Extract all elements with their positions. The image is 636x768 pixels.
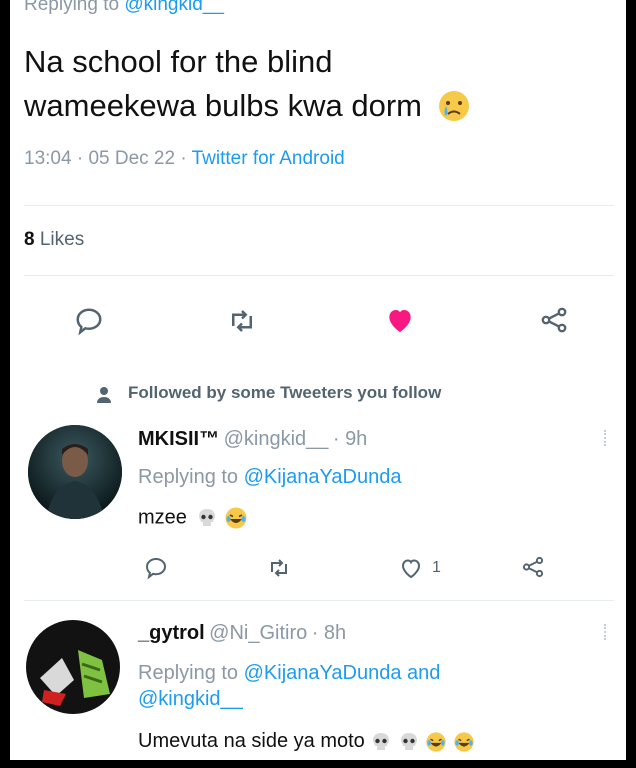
retweet-icon[interactable] (266, 556, 292, 580)
reply-replying-to: Replying to @KijanaYaDunda and @kingkid_… (138, 660, 578, 712)
divider (24, 600, 614, 601)
reply-icon[interactable] (74, 306, 104, 336)
replying-handle-link[interactable]: @kingkid__ (124, 0, 224, 15)
reply-text-content: Umevuta na side ya moto (138, 730, 365, 752)
reply-icon[interactable] (144, 556, 168, 580)
tweet-text: Na school for the blind wameekewa bulbs … (24, 40, 614, 128)
replying-handle-link[interactable]: @KijanaYaDunda (244, 466, 402, 488)
replying-label: Replying to (24, 0, 120, 15)
laughing-emoji (426, 732, 447, 752)
likes-summary[interactable]: 8 Likes (24, 229, 84, 251)
skull-emoji (373, 732, 390, 750)
laughing-emoji (225, 507, 247, 529)
tweet-meta: 13:04 · 05 Dec 22 · Twitter for Android (24, 148, 345, 169)
tweet-text-line-2-text: wameekewa bulbs kwa dorm (24, 88, 423, 123)
share-icon[interactable] (520, 554, 546, 580)
like-heart-icon[interactable] (398, 556, 424, 580)
reply-header: _gytrol @Ni_Gitiro · 8h (138, 622, 347, 644)
reply-text: mzee (138, 506, 248, 530)
like-heart-icon[interactable] (384, 304, 416, 336)
reply-text: Umevuta na side ya moto (138, 730, 475, 753)
avatar[interactable] (26, 620, 120, 714)
tweet-text-line-2: wameekewa bulbs kwa dorm (24, 84, 614, 128)
share-icon[interactable] (538, 304, 570, 336)
reply-time: 9h (345, 428, 368, 450)
reply-author-name[interactable]: _gytrol (138, 622, 205, 644)
avatar-photo (28, 425, 122, 519)
reply-author-handle[interactable]: @Ni_Gitiro (209, 622, 307, 644)
replying-handle-link[interactable]: @kingkid__ (138, 688, 243, 710)
reply-author-name[interactable]: MKISII™ (138, 428, 219, 450)
laughing-emoji (454, 732, 474, 752)
reply-header: MKISII™ @kingkid__ · 9h (138, 428, 368, 450)
like-count: 1 (432, 559, 441, 576)
followed-by-notice: Followed by some Tweeters you follow (128, 383, 442, 402)
reply-replying-to: Replying to @KijanaYaDunda (138, 466, 401, 489)
likes-count: 8 (24, 229, 35, 250)
person-icon (97, 387, 111, 403)
replying-handle-link[interactable]: @KijanaYaDunda (244, 662, 402, 684)
tweet-source-link[interactable]: Twitter for Android (192, 148, 345, 169)
replying-and-label: and (407, 662, 441, 684)
skull-emoji (400, 732, 417, 750)
replying-label: Replying to (138, 466, 239, 488)
tweet-date: 05 Dec 22 (88, 148, 176, 169)
divider (24, 205, 614, 206)
tweet-text-line-1: Na school for the blind (24, 44, 333, 79)
retweet-icon[interactable] (226, 306, 258, 336)
tweet-time: 13:04 (24, 148, 72, 169)
reply-author-handle[interactable]: @kingkid__ (224, 428, 329, 450)
replying-label: Replying to (138, 662, 239, 684)
more-options-icon[interactable] (604, 430, 609, 446)
avatar[interactable] (28, 425, 122, 519)
crying-face-emoji (438, 90, 469, 121)
reply-time: 8h (323, 622, 347, 644)
more-options-icon[interactable] (604, 624, 609, 640)
likes-label: Likes (39, 229, 85, 250)
avatar-photo (26, 620, 120, 714)
reply-text-content: mzee (138, 506, 187, 529)
divider (24, 275, 614, 276)
tweet-screenshot: Replying to @kingkid__ Na school for the… (10, 0, 626, 760)
skull-emoji (199, 509, 216, 526)
replying-to-line: Replying to @kingkid__ (24, 0, 224, 16)
